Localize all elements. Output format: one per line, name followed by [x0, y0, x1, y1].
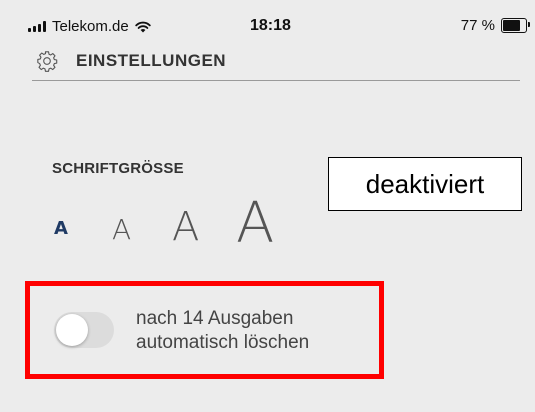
font-size-option-large[interactable]: A — [172, 207, 199, 247]
battery-fill — [503, 20, 520, 31]
auto-delete-highlight: nach 14 Ausgaben automatisch löschen — [25, 281, 384, 379]
page-title: EINSTELLUNGEN — [76, 51, 227, 70]
toggle-knob — [56, 314, 88, 346]
battery-percentage: 77 % — [460, 17, 495, 34]
header-divider — [32, 80, 520, 81]
status-time: 18:18 — [250, 17, 291, 34]
gear-icon[interactable] — [36, 50, 58, 72]
status-bar-right: 77 % — [460, 17, 530, 34]
carrier-name: Telekom.de — [52, 18, 129, 35]
battery-icon — [501, 18, 530, 33]
settings-header: EINSTELLUNGEN — [36, 50, 226, 72]
status-bar: Telekom.de 18:18 77 % — [0, 0, 535, 44]
status-bar-left: Telekom.de — [28, 18, 151, 35]
auto-delete-label: nach 14 Ausgaben automatisch löschen — [136, 307, 309, 355]
font-size-label: SCHRIFTGRÖSSE — [52, 160, 184, 177]
auto-delete-label-line2: automatisch löschen — [136, 332, 310, 353]
font-size-option-medium[interactable]: A — [112, 216, 131, 244]
font-size-option-xlarge[interactable]: A — [236, 196, 274, 252]
font-size-option-small[interactable]: A — [54, 220, 68, 238]
auto-delete-toggle[interactable] — [54, 312, 114, 348]
signal-icon — [28, 21, 46, 32]
status-annotation: deaktiviert — [328, 157, 522, 211]
wifi-icon — [135, 21, 151, 32]
auto-delete-label-line1: nach 14 Ausgaben — [136, 308, 294, 329]
